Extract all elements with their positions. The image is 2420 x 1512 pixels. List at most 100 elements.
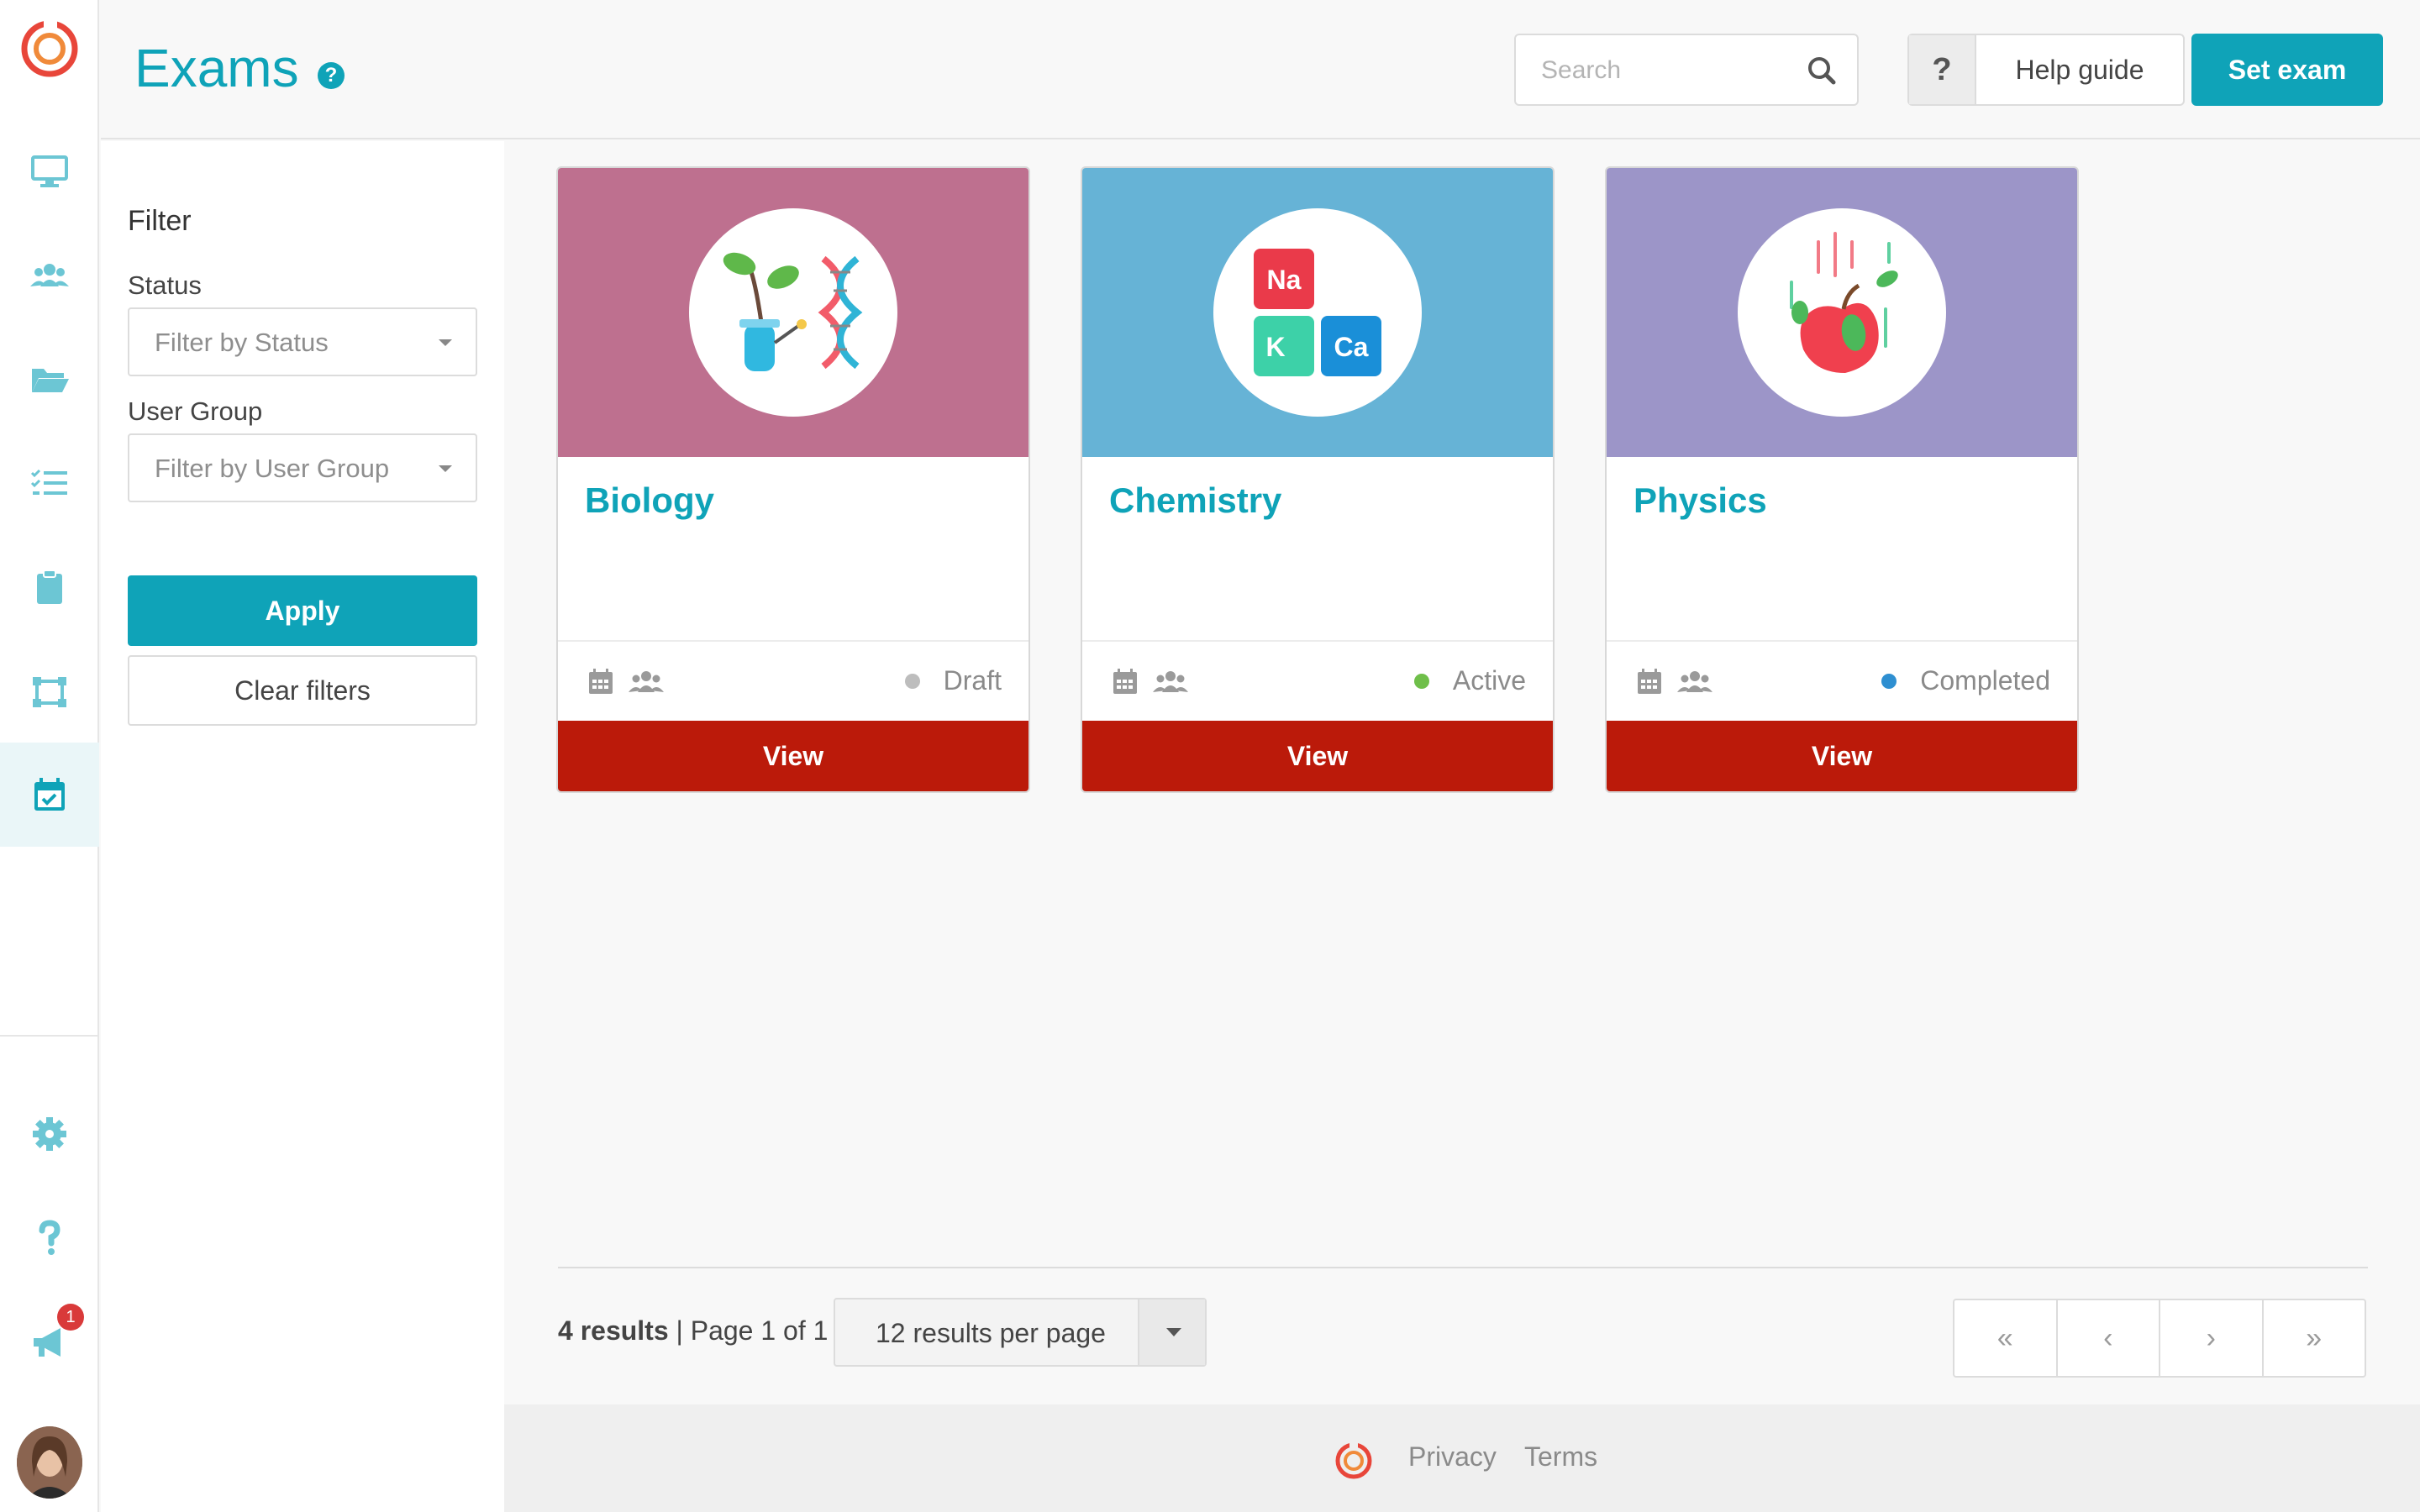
user-group-label: User Group (128, 396, 263, 426)
clipboard-icon (37, 570, 62, 604)
search-icon[interactable] (1805, 54, 1839, 87)
calendar-check-icon (34, 778, 65, 811)
search-box[interactable] (1514, 34, 1859, 106)
card-meta: Active (1082, 640, 1553, 721)
exam-card-biology[interactable]: Biology Draft View (556, 166, 1030, 793)
help-guide-button[interactable]: ? Help guide (1907, 34, 2185, 106)
prev-page-button[interactable]: ‹ (2058, 1300, 2160, 1376)
calendar-icon[interactable] (587, 667, 615, 696)
last-page-button[interactable]: » (2264, 1300, 2365, 1376)
view-button[interactable]: View (1607, 721, 2077, 791)
title-help-icon[interactable]: ? (318, 62, 345, 89)
app-logo-icon[interactable] (18, 15, 81, 77)
apply-button[interactable]: Apply (128, 575, 477, 646)
status-text: Active (1452, 665, 1526, 696)
status-dot (1413, 673, 1429, 689)
card-banner (1607, 168, 2077, 457)
rail-item-clipboard[interactable] (0, 536, 99, 640)
page-title: Exams (134, 38, 299, 98)
users-icon[interactable] (1677, 667, 1712, 696)
pagination: « ‹ › » (1953, 1299, 2366, 1378)
card-banner: Na K Ca (1082, 168, 1553, 457)
first-page-button[interactable]: « (1954, 1300, 2058, 1376)
folder-icon (32, 369, 69, 392)
rail-item-help[interactable] (0, 1186, 99, 1290)
rail-item-announcements[interactable] (0, 1290, 99, 1394)
help-guide-label: Help guide (2015, 54, 2144, 85)
exam-card-chemistry[interactable]: Na K Ca Chemistry Active View (1081, 166, 1555, 793)
users-icon[interactable] (629, 667, 664, 696)
calendar-icon[interactable] (1111, 667, 1139, 696)
rail-item-monitor[interactable] (0, 119, 99, 223)
rail-item-users[interactable] (0, 223, 99, 328)
calendar-icon[interactable] (1635, 667, 1664, 696)
element-k-label: K (1265, 332, 1285, 362)
page-footer: Privacy Terms (504, 1404, 2420, 1512)
privacy-link[interactable]: Privacy (1408, 1441, 1497, 1473)
chemistry-illustration: Na K Ca (1213, 208, 1422, 417)
user-avatar[interactable] (17, 1426, 82, 1499)
physics-illustration (1738, 208, 1946, 417)
periodic-elements-icon: Na K Ca (1254, 249, 1381, 376)
rail-item-settings[interactable] (0, 1082, 99, 1186)
card-title[interactable]: Biology (585, 480, 714, 521)
view-button[interactable]: View (558, 721, 1028, 791)
users-icon[interactable] (1153, 667, 1188, 696)
per-page-toggle[interactable] (1138, 1299, 1205, 1365)
falling-apple-icon (1790, 232, 1898, 373)
status-dot (904, 673, 920, 689)
monitor-icon (31, 155, 68, 187)
results-divider (558, 1267, 2368, 1268)
status-indicator: Completed (1881, 665, 2050, 696)
exam-card-physics[interactable]: Physics Completed View (1605, 166, 2079, 793)
chevron-down-icon (439, 465, 452, 472)
help-question-icon: ? (1909, 35, 1976, 104)
rail-item-exams[interactable] (0, 743, 99, 847)
results-summary: 4 results | Page 1 of 1 (558, 1315, 828, 1347)
status-text: Completed (1920, 665, 2050, 696)
gear-icon (33, 1117, 66, 1151)
status-select[interactable]: Filter by Status (128, 307, 477, 376)
status-label: Status (128, 270, 202, 300)
terms-link[interactable]: Terms (1524, 1441, 1597, 1473)
avatar-image (17, 1426, 82, 1499)
rail-item-checklist[interactable] (0, 432, 99, 536)
dna-plant-icon (723, 252, 863, 371)
search-input[interactable] (1541, 50, 1793, 91)
user-group-select[interactable]: Filter by User Group (128, 433, 477, 502)
question-icon (39, 1220, 60, 1255)
rail-divider (0, 1035, 99, 1037)
footer-logo-icon (1335, 1441, 1372, 1479)
element-na-label: Na (1267, 265, 1302, 295)
card-title[interactable]: Chemistry (1109, 480, 1281, 521)
chevron-down-icon (1166, 1328, 1181, 1336)
card-title[interactable]: Physics (1634, 480, 1767, 521)
card-banner (558, 168, 1028, 457)
status-dot (1881, 673, 1897, 689)
rail-item-crop[interactable] (0, 640, 99, 744)
next-page-button[interactable]: › (2160, 1300, 2264, 1376)
filter-title: Filter (128, 205, 192, 237)
set-exam-button[interactable]: Set exam (2191, 34, 2383, 106)
biology-illustration (689, 208, 897, 417)
card-meta: Draft (558, 640, 1028, 721)
status-indicator: Active (1413, 665, 1526, 696)
left-rail: 1 (0, 0, 99, 1512)
results-per-page-select[interactable]: 12 results per page (834, 1298, 1207, 1367)
filter-panel: Filter Status Filter by Status User Grou… (101, 141, 504, 1512)
view-button[interactable]: View (1082, 721, 1553, 791)
card-meta: Completed (1607, 640, 2077, 721)
status-select-placeholder: Filter by Status (155, 328, 329, 357)
notification-badge: 1 (57, 1304, 84, 1331)
checklist-icon (30, 469, 67, 495)
chevron-down-icon (439, 339, 452, 346)
crop-icon (33, 677, 66, 707)
status-text: Draft (943, 665, 1002, 696)
results-page: | Page 1 of 1 (676, 1315, 829, 1346)
clear-filters-button[interactable]: Clear filters (128, 655, 477, 726)
results-per-page-value: 12 results per page (876, 1318, 1106, 1348)
users-icon (30, 264, 69, 286)
user-group-select-placeholder: Filter by User Group (155, 454, 390, 483)
results-count: 4 results (558, 1315, 669, 1346)
rail-item-folders[interactable] (0, 328, 99, 432)
